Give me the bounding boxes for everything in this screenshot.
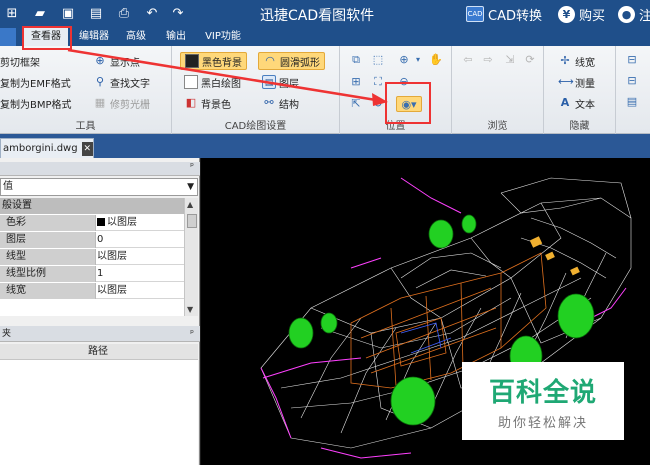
property-key: 线宽 [0,283,96,299]
property-value: 以图层 [97,251,127,262]
pin-icon[interactable]: ᵖ [190,326,194,342]
property-key: 线型比例 [0,266,96,282]
watermark-subtitle: 助你轻松解决 [497,416,588,431]
property-row-linetype[interactable]: 线型 以图层 [0,249,184,265]
properties-header: ᵖ [0,162,200,176]
entity-selector-value: 值 [3,181,13,192]
property-category-label: 般设置 [0,198,184,214]
scroll-thumb[interactable] [187,214,197,228]
property-value: 以图层 [97,215,137,231]
property-scrollbar[interactable]: ▲ ▼ [184,198,198,316]
property-value: 0 [97,234,104,245]
property-grid: 般设置 色彩 以图层 图层 0 线型 以图层 线型比例 1 线宽 以图层 [0,198,184,316]
watermark: 百科全说 助你轻松解决 [462,362,624,440]
scroll-down-icon[interactable]: ▼ [187,305,193,314]
property-key: 色彩 [0,215,96,231]
column-path[interactable]: 路径 [88,344,108,360]
property-value: 以图层 [97,285,127,296]
layers-panel-title: 夹 [2,329,12,339]
chevron-down-icon: ▼ [187,182,194,192]
property-row-layer[interactable]: 图层 0 [0,232,184,248]
layers-list[interactable] [0,360,198,465]
property-row-lineweight[interactable]: 线宽 以图层 [0,283,184,299]
document-tab-label: amborgini.dwg [3,143,78,154]
pin-icon[interactable]: ᵖ [190,162,194,172]
document-tab[interactable]: amborgini.dwg ✕ [0,138,94,158]
document-tab-strip: amborgini.dwg ✕ [0,134,650,158]
property-key: 图层 [0,232,96,248]
layers-list-header: 路径 [0,344,198,360]
watermark-title: 百科全说 [488,378,597,408]
property-category[interactable]: 般设置 [0,198,184,214]
layers-panel-header: 夹 ᵖ [0,326,200,342]
property-row-color[interactable]: 色彩 以图层 [0,215,184,231]
close-icon[interactable]: ✕ [81,141,93,156]
property-key: 线型 [0,249,96,265]
color-swatch-icon [97,218,105,226]
properties-panel: ᵖ 值 ▼ 般设置 色彩 以图层 图层 0 线型 以图层 线型比例 1 线宽 以… [0,158,200,465]
entity-selector[interactable]: 值 ▼ [0,178,198,196]
property-value: 1 [97,268,104,279]
property-row-linetype-scale[interactable]: 线型比例 1 [0,266,184,282]
scroll-up-icon[interactable]: ▲ [187,200,193,209]
